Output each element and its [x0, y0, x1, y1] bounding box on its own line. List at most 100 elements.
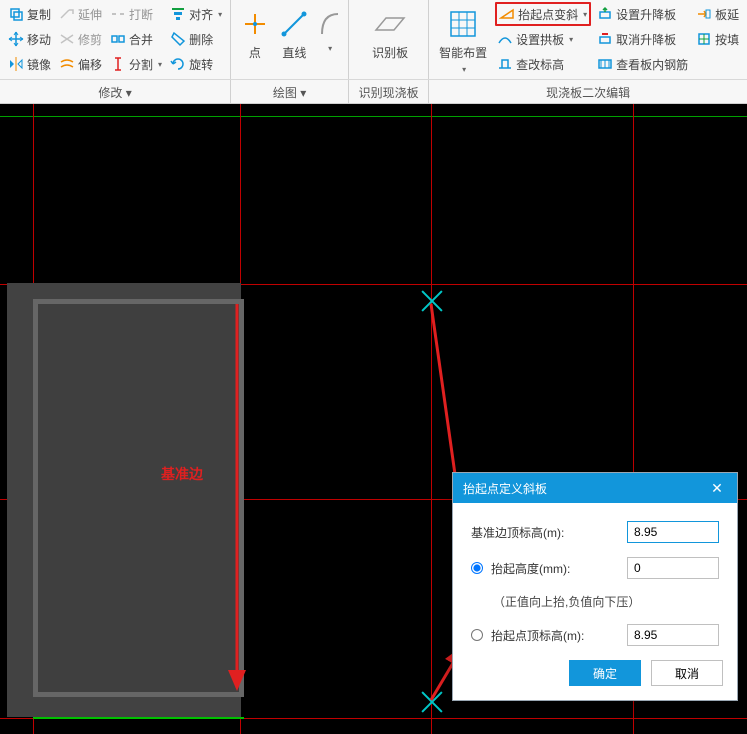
input-base-elevation[interactable] [627, 521, 719, 543]
cancel-lift-slab-button[interactable]: 取消升降板 [595, 27, 690, 51]
gridline-v [431, 104, 432, 734]
split-button[interactable]: 分割▾ [108, 52, 164, 76]
offset-button[interactable]: 偏移 [57, 52, 104, 76]
cancel-lift-icon [597, 31, 613, 47]
align-label: 对齐 [189, 6, 213, 23]
cancel-button[interactable]: 取消 [651, 660, 723, 686]
move-button[interactable]: 移动 [6, 27, 53, 51]
delete-label: 删除 [189, 31, 213, 48]
chevron-down-icon: ▾ [569, 35, 573, 44]
check-label: 查改标高 [516, 56, 564, 73]
mirror-button[interactable]: 镜像 [6, 52, 53, 76]
recognize-label: 识别板 [372, 44, 408, 61]
extend-button[interactable]: 延伸 [57, 2, 104, 26]
align-button[interactable]: 对齐 ▾ [168, 2, 224, 26]
lift-point-marker-icon[interactable] [417, 287, 445, 315]
annotation-base-edge: 基准边 [161, 464, 203, 484]
ribbon-group-draw: 点 直线 ▾ 绘图 ▾ [231, 0, 349, 103]
row-lift-top: 抬起点顶标高(m): [471, 624, 719, 646]
trim-button[interactable]: 修剪 [57, 27, 104, 51]
move-icon [8, 31, 24, 47]
radio-lift-top[interactable] [471, 629, 483, 641]
tilt-icon [499, 6, 515, 22]
group-label-modify: 修改 ▾ [0, 84, 230, 101]
viewrebar-label: 查看板内钢筋 [616, 56, 688, 73]
point-button[interactable]: 点 [237, 2, 273, 74]
delete-icon [170, 31, 186, 47]
label-base-elevation: 基准边顶标高(m): [471, 524, 619, 541]
hint-text: （正值向上抬,负值向下压） [471, 593, 719, 610]
chevron-down-icon: ▾ [583, 10, 587, 19]
break-icon [110, 6, 126, 22]
grid-icon [447, 8, 479, 40]
chevron-down-icon: ▾ [462, 65, 466, 74]
recognize-slab-button[interactable]: 识别板 [355, 2, 425, 74]
input-lift-top[interactable] [627, 624, 719, 646]
drawing-canvas[interactable]: 基准边 抬起点 抬起点定义斜板 ✕ 基准边顶标高(m): 抬起高度(mm): （… [0, 104, 747, 734]
smart-label: 智能布置 [439, 44, 487, 61]
arc-icon [313, 8, 345, 40]
delete-button[interactable]: 删除 [168, 27, 224, 51]
group-label-edit2: 现浇板二次编辑 [429, 84, 747, 101]
arch-icon [497, 31, 513, 47]
label-lift-top: 抬起点顶标高(m): [491, 627, 619, 644]
label-lift-height: 抬起高度(mm): [491, 560, 619, 577]
selected-slab[interactable] [33, 299, 244, 697]
ribbon-group-modify: 复制 移动 镜像 延伸 修剪 偏移 打断 合并 分割▾ 对齐 ▾ 删除 旋转 修改… [0, 0, 231, 103]
extend-label: 延伸 [78, 6, 102, 23]
extend-icon [59, 6, 75, 22]
align-icon [170, 6, 186, 22]
chevron-down-icon: ▾ [218, 10, 222, 19]
close-icon[interactable]: ✕ [707, 478, 727, 498]
lift-point-dialog: 抬起点定义斜板 ✕ 基准边顶标高(m): 抬起高度(mm): （正值向上抬,负值… [452, 472, 738, 701]
setlift-label: 设置升降板 [616, 6, 676, 23]
ribbon-group-slab-edit: 智能布置 ▾ 抬起点变斜 ▾ 设置拱板▾ 查改标高 设置升降板 取消升降板 查看板内… [429, 0, 747, 103]
ok-button[interactable]: 确定 [569, 660, 641, 686]
slab-ext-button[interactable]: 板延 [694, 2, 741, 26]
row-lift-height: 抬起高度(mm): [471, 557, 719, 579]
line-button[interactable]: 直线 [277, 2, 313, 74]
smart-layout-button[interactable]: 智能布置 ▾ [435, 2, 491, 74]
merge-label: 合并 [129, 31, 153, 48]
elevation-icon [497, 56, 513, 72]
rotate-button[interactable]: 旋转 [168, 52, 224, 76]
group-label-draw: 绘图 ▾ [231, 84, 348, 101]
check-elevation-button[interactable]: 查改标高 [495, 52, 591, 76]
copy-button[interactable]: 复制 [6, 2, 53, 26]
offset-label: 偏移 [78, 56, 102, 73]
trim-icon [59, 31, 75, 47]
slab-icon [374, 8, 406, 40]
point-icon [239, 8, 271, 40]
view-rebar-button[interactable]: 查看板内钢筋 [595, 52, 690, 76]
merge-icon [110, 31, 126, 47]
merge-button[interactable]: 合并 [108, 27, 164, 51]
ext-label: 板延 [715, 6, 739, 23]
chevron-down-icon: ▾ [328, 44, 332, 53]
point-label: 点 [249, 44, 261, 61]
copy-icon [8, 6, 24, 22]
ribbon-toolbar: 复制 移动 镜像 延伸 修剪 偏移 打断 合并 分割▾ 对齐▾ 删除 旋转 修改… [0, 0, 747, 104]
set-arch-button[interactable]: 设置拱板▾ [495, 27, 591, 51]
rotate-label: 旋转 [189, 56, 213, 73]
mirror-label: 镜像 [27, 56, 51, 73]
lift-point-marker-icon[interactable] [417, 688, 445, 716]
line-label: 直线 [282, 44, 306, 61]
liftpoint-label: 抬起点变斜 [518, 6, 578, 23]
ribbon-group-recognize: 识别板 识别现浇板 [349, 0, 429, 103]
radio-lift-height[interactable] [471, 562, 483, 574]
dialog-title: 抬起点定义斜板 [463, 480, 547, 497]
lift-point-tilt-button[interactable]: 抬起点变斜 ▾ [495, 2, 591, 26]
break-button[interactable]: 打断 [108, 2, 164, 26]
move-label: 移动 [27, 31, 51, 48]
set-lift-slab-button[interactable]: 设置升降板 [595, 2, 690, 26]
ext2-icon [696, 31, 712, 47]
input-lift-height[interactable] [627, 557, 719, 579]
dialog-footer: 确定 取消 [453, 660, 737, 700]
split-label: 分割 [129, 56, 153, 73]
gridline-h [0, 718, 747, 719]
slab-ext2-button[interactable]: 按填 [694, 27, 741, 51]
dialog-titlebar[interactable]: 抬起点定义斜板 ✕ [453, 473, 737, 503]
arc-button[interactable]: ▾ [316, 2, 342, 74]
dialog-body: 基准边顶标高(m): 抬起高度(mm): （正值向上抬,负值向下压） 抬起点顶标… [453, 503, 737, 660]
group-label-recognize: 识别现浇板 [349, 84, 428, 101]
